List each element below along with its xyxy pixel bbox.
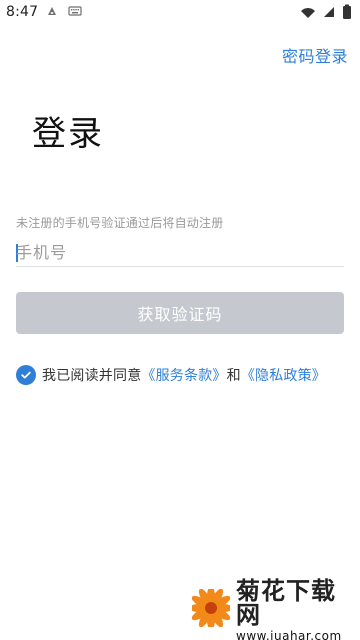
agreement-prefix: 我已阅读并同意 <box>42 368 142 384</box>
register-hint: 未注册的手机号验证通过后将自动注册 <box>16 216 224 230</box>
battery-icon <box>342 4 352 24</box>
watermark-title: 菊花下载网 <box>236 576 336 629</box>
signal-icon <box>322 5 336 23</box>
agreement-and: 和 <box>226 368 241 384</box>
wifi-icon <box>300 5 316 23</box>
keyboard-icon <box>68 5 82 21</box>
login-screen: 8:47 密码登录 登录 未注册的手机号验证通过后将自动注册 手机号 获取验证码… <box>0 0 360 640</box>
status-right-icons <box>300 4 352 24</box>
status-left-icons <box>46 5 82 21</box>
get-code-button[interactable]: 获取验证码 <box>16 292 344 334</box>
watermark: 菊花下载网 www.juahar.com <box>189 579 352 640</box>
android-icon <box>46 5 58 21</box>
phone-input[interactable] <box>16 238 344 266</box>
agreement-row: 我已阅读并同意《服务条款》和《隐私政策》 <box>16 363 326 387</box>
status-time: 8:47 <box>6 4 39 20</box>
watermark-text: 菊花下载网 www.juahar.com <box>236 579 352 640</box>
page-title: 登录 <box>32 114 104 154</box>
service-terms-link[interactable]: 《服务条款》 <box>141 368 226 384</box>
agreement-checkbox[interactable] <box>16 365 36 385</box>
status-bar: 8:47 <box>0 0 360 24</box>
check-icon <box>21 371 31 379</box>
phone-field[interactable] <box>16 238 344 267</box>
privacy-policy-link[interactable]: 《隐私政策》 <box>241 368 326 384</box>
password-login-link[interactable]: 密码登录 <box>282 43 348 67</box>
watermark-url: www.juahar.com <box>236 628 342 640</box>
flower-logo-icon <box>189 586 233 631</box>
agreement-text: 我已阅读并同意《服务条款》和《隐私政策》 <box>42 365 326 385</box>
